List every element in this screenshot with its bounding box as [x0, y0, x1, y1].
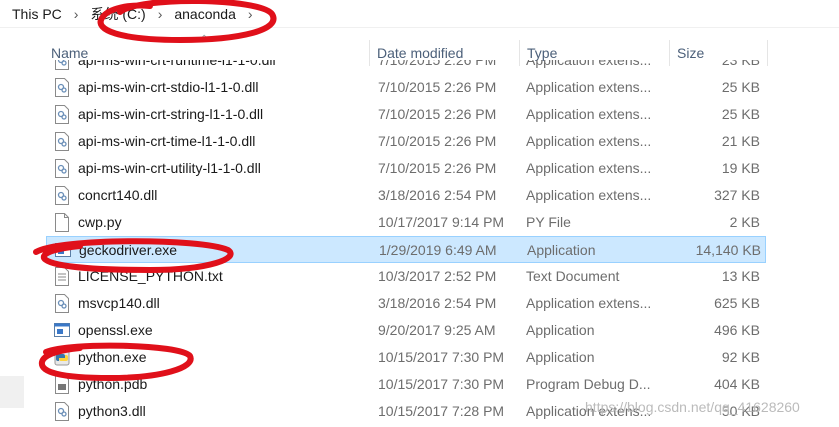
file-size: 23 KB — [721, 60, 760, 68]
file-name: api-ms-win-crt-time-l1-1-0.dll — [78, 133, 256, 149]
file-row[interactable]: cwp.py 10/17/2017 9:14 PM PY File 2 KB — [46, 209, 766, 236]
file-type: Application extens... — [526, 79, 652, 95]
navigation-pane-edge — [0, 376, 24, 408]
file-size: 2 KB — [729, 214, 760, 230]
file-type: Application — [526, 349, 595, 365]
file-name: cwp.py — [78, 214, 122, 230]
text-file-icon — [54, 267, 70, 286]
file-size: 25 KB — [721, 79, 760, 95]
file-row[interactable]: api-ms-win-crt-string-l1-1-0.dll 7/10/201… — [46, 101, 766, 128]
file-size: 404 KB — [714, 376, 760, 392]
file-row[interactable]: api-ms-win-crt-runtime-l1-1-0.dll 7/10/20… — [46, 60, 766, 74]
file-row[interactable]: concrt140.dll 3/18/2016 2:54 PM Applicatio… — [46, 182, 766, 209]
file-size: 19 KB — [721, 160, 760, 176]
file-date-modified: 3/18/2016 2:54 PM — [378, 187, 497, 203]
file-date-modified: 10/15/2017 7:30 PM — [378, 376, 505, 392]
file-name: openssl.exe — [78, 322, 153, 338]
dll-icon — [54, 105, 70, 124]
python-icon — [54, 348, 70, 367]
file-type: PY File — [526, 214, 571, 230]
file-row[interactable]: api-ms-win-crt-time-l1-1-0.dll 7/10/2015 … — [46, 128, 766, 155]
file-date-modified: 9/20/2017 9:25 AM — [378, 322, 496, 338]
file-date-modified: 7/10/2015 2:26 PM — [378, 79, 497, 95]
file-size: 21 KB — [721, 133, 760, 149]
file-type: Program Debug D... — [526, 376, 651, 392]
dll-icon — [54, 159, 70, 178]
file-date-modified: 7/10/2015 2:26 PM — [378, 60, 497, 68]
file-size: 496 KB — [714, 322, 760, 338]
file-date-modified: 7/10/2015 2:26 PM — [378, 160, 497, 176]
dll-icon — [54, 132, 70, 151]
file-date-modified: 7/10/2015 2:26 PM — [378, 133, 497, 149]
file-size: 625 KB — [714, 295, 760, 311]
file-type: Application extens... — [526, 106, 652, 122]
chevron-right-icon[interactable]: › — [150, 6, 171, 22]
file-type: Application extens... — [526, 133, 652, 149]
dll-icon — [54, 294, 70, 313]
file-row[interactable]: LICENSE_PYTHON.txt 10/3/2017 2:52 PM Text … — [46, 263, 766, 290]
file-date-modified: 10/15/2017 7:28 PM — [378, 403, 505, 419]
file-type: Application — [526, 322, 595, 338]
file-name: msvcp140.dll — [78, 295, 160, 311]
file-name: geckodriver.exe — [79, 242, 178, 258]
exe-icon — [55, 241, 71, 260]
breadcrumb-anaconda[interactable]: anaconda — [170, 6, 240, 22]
file-row[interactable]: python.pdb 10/15/2017 7:30 PM Program Debu… — [46, 371, 766, 398]
file-name: api-ms-win-crt-string-l1-1-0.dll — [78, 106, 264, 122]
exe-icon — [54, 321, 70, 340]
dll-icon — [54, 402, 70, 421]
file-size: 327 KB — [714, 187, 760, 203]
file-name: python.pdb — [78, 376, 148, 392]
file-size: 25 KB — [721, 106, 760, 122]
file-type: Application — [527, 242, 596, 258]
file-date-modified: 10/3/2017 2:52 PM — [378, 268, 497, 284]
file-date-modified: 3/18/2016 2:54 PM — [378, 295, 497, 311]
file-name: python3.dll — [78, 403, 146, 419]
file-row[interactable]: python.exe 10/15/2017 7:30 PM Application 9… — [46, 344, 766, 371]
dll-icon — [54, 60, 70, 70]
file-size: 13 KB — [721, 268, 760, 284]
file-type: Text Document — [526, 268, 620, 284]
file-row[interactable]: msvcp140.dll 3/18/2016 2:54 PM Application… — [46, 290, 766, 317]
file-date-modified: 1/29/2019 6:49 AM — [379, 242, 497, 258]
breadcrumb-drive[interactable]: 系统 (C:) — [86, 4, 149, 24]
file-row[interactable]: api-ms-win-crt-utility-l1-1-0.dll 7/10/20… — [46, 155, 766, 182]
file-size: 92 KB — [721, 349, 760, 365]
file-list: api-ms-win-crt-runtime-l1-1-0.dll 7/10/20… — [0, 60, 839, 427]
breadcrumb-this-pc[interactable]: This PC — [8, 6, 66, 22]
file-name: LICENSE_PYTHON.txt — [78, 268, 223, 284]
file-type: Application extens... — [526, 60, 652, 68]
breadcrumb: › This PC › 系统 (C:) › anaconda › — [0, 0, 839, 28]
file-row[interactable]: api-ms-win-crt-stdio-l1-1-0.dll 7/10/2015… — [46, 74, 766, 101]
file-size: 14,140 KB — [695, 242, 761, 258]
file-type: Application extens... — [526, 187, 652, 203]
file-row[interactable]: openssl.exe 9/20/2017 9:25 AM Application 4… — [46, 317, 766, 344]
dll-icon — [54, 186, 70, 205]
file-type: Application extens... — [526, 295, 652, 311]
file-name: api-ms-win-crt-utility-l1-1-0.dll — [78, 160, 261, 176]
file-name: concrt140.dll — [78, 187, 158, 203]
file-name: python.exe — [78, 349, 147, 365]
chevron-right-icon[interactable]: › — [66, 6, 87, 22]
pdb-icon — [54, 375, 70, 394]
chevron-right-icon[interactable]: › — [240, 6, 261, 22]
file-date-modified: 10/17/2017 9:14 PM — [378, 214, 505, 230]
file-date-modified: 7/10/2015 2:26 PM — [378, 106, 497, 122]
file-icon — [54, 213, 70, 232]
dll-icon — [54, 78, 70, 97]
file-name: api-ms-win-crt-stdio-l1-1-0.dll — [78, 79, 259, 95]
file-name: api-ms-win-crt-runtime-l1-1-0.dll — [78, 60, 276, 68]
file-date-modified: 10/15/2017 7:30 PM — [378, 349, 505, 365]
file-row[interactable]: geckodriver.exe 1/29/2019 6:49 AM Applicat… — [46, 236, 766, 263]
watermark: https://blog.csdn.net/qq_41628260 — [585, 399, 800, 415]
file-type: Application extens... — [526, 160, 652, 176]
